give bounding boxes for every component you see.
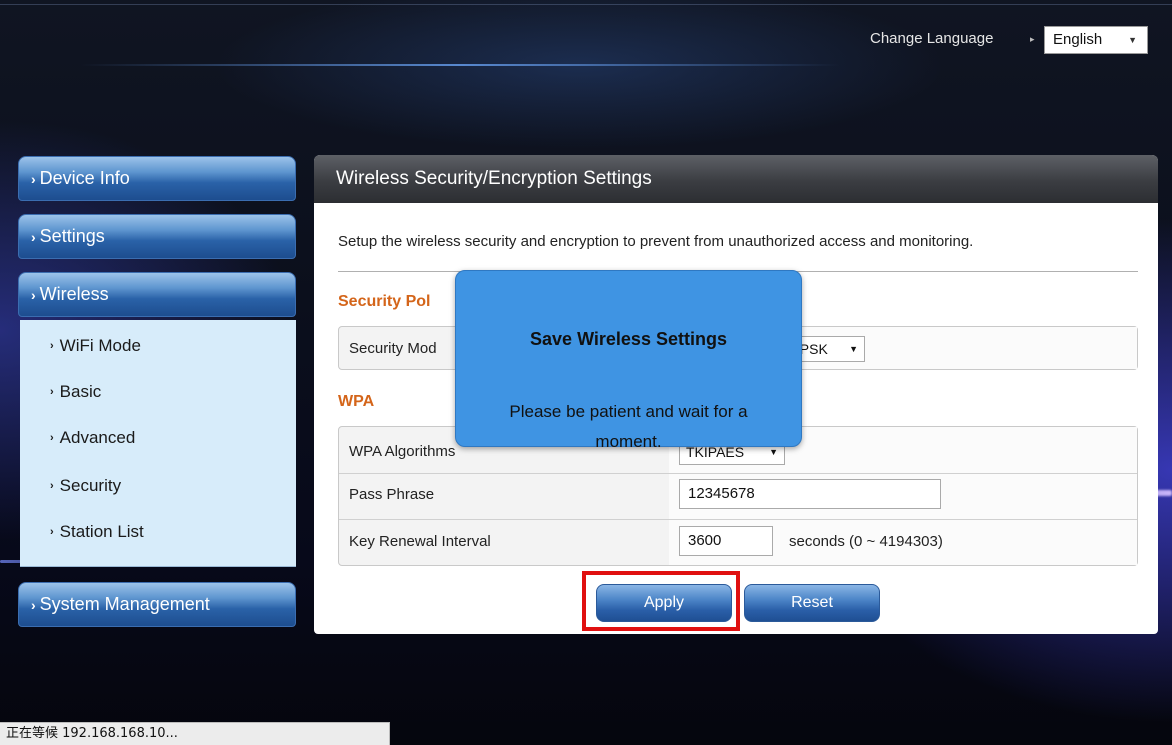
submenu-item-label: Advanced	[59, 428, 136, 447]
sidebar-item-settings[interactable]: › Settings	[18, 214, 296, 259]
submenu-item-label: Basic	[59, 382, 102, 401]
chevron-right-icon: ›	[31, 597, 36, 613]
chevron-down-icon: ▼	[849, 344, 858, 354]
sidebar-item-label: Device Info	[39, 168, 130, 188]
modal-message: Please be patient and wait for a moment.	[509, 402, 748, 451]
page-title: Wireless Security/Encryption Settings	[314, 155, 1158, 203]
key-renewal-interval-label: Key Renewal Interval	[349, 533, 491, 550]
submenu-item-station-list[interactable]: › Station List	[50, 522, 144, 542]
row-divider	[339, 473, 1137, 474]
light-streak	[80, 64, 840, 66]
router-admin-page: Change Language ▸ English ▼ › Device Info…	[0, 0, 1172, 745]
wireless-submenu: › WiFi Mode › Basic › Advanced › Security › S…	[20, 320, 296, 567]
reset-button[interactable]: Reset	[744, 584, 880, 622]
sidebar-item-label: Wireless	[39, 284, 109, 304]
language-select[interactable]: English ▼	[1044, 26, 1148, 54]
browser-status-bar: 正在等候 192.168.168.10...	[0, 722, 390, 745]
pass-phrase-label: Pass Phrase	[349, 486, 435, 503]
language-selected-value: English	[1053, 31, 1103, 48]
key-renewal-interval-input[interactable]: 3600	[679, 526, 773, 556]
chevron-right-icon: ›	[50, 480, 54, 492]
sidebar-item-wireless[interactable]: › Wireless	[18, 272, 296, 317]
chevron-right-icon: ›	[31, 287, 36, 303]
sidebar-item-system-management[interactable]: › System Management	[18, 582, 296, 627]
chevron-right-icon: ›	[50, 526, 54, 538]
submenu-item-label: Security	[59, 476, 122, 495]
modal-title: Save Wireless Settings	[530, 329, 727, 349]
sidebar-item-label: System Management	[39, 594, 210, 614]
submenu-item-label: Station List	[59, 522, 144, 541]
submenu-item-basic[interactable]: › Basic	[50, 382, 101, 402]
sidebar-item-device-info[interactable]: › Device Info	[18, 156, 296, 201]
key-renewal-unit: seconds (0 ~ 4194303)	[789, 533, 943, 550]
pass-phrase-input[interactable]: 12345678	[679, 479, 941, 509]
row-divider	[339, 519, 1137, 520]
chevron-right-icon: ›	[50, 386, 54, 398]
submenu-item-wifi-mode[interactable]: › WiFi Mode	[50, 336, 141, 356]
apply-highlight-box	[582, 571, 740, 631]
save-settings-modal: Save Wireless Settings Please be patient…	[455, 270, 802, 451]
chevron-right-icon: ›	[50, 432, 54, 444]
submenu-item-advanced[interactable]: › Advanced	[50, 428, 135, 448]
top-border-line	[0, 4, 1172, 5]
page-description: Setup the wireless security and encrypti…	[338, 233, 974, 250]
submenu-item-security[interactable]: › Security	[50, 476, 121, 496]
submenu-item-label: WiFi Mode	[59, 336, 141, 355]
chevron-down-icon: ▼	[1128, 35, 1137, 45]
chevron-right-icon: ›	[31, 171, 36, 187]
chevron-right-icon: ›	[31, 229, 36, 245]
wpa-heading: WPA	[338, 393, 375, 410]
security-policy-heading: Security Pol	[338, 293, 431, 310]
language-arrow-icon: ▸	[1030, 34, 1035, 44]
security-mode-label: Security Mod	[349, 340, 437, 357]
wpa-algorithms-label: WPA Algorithms	[349, 443, 456, 460]
change-language-label: Change Language	[870, 30, 994, 47]
chevron-right-icon: ›	[50, 340, 54, 352]
sidebar-item-label: Settings	[39, 226, 105, 246]
